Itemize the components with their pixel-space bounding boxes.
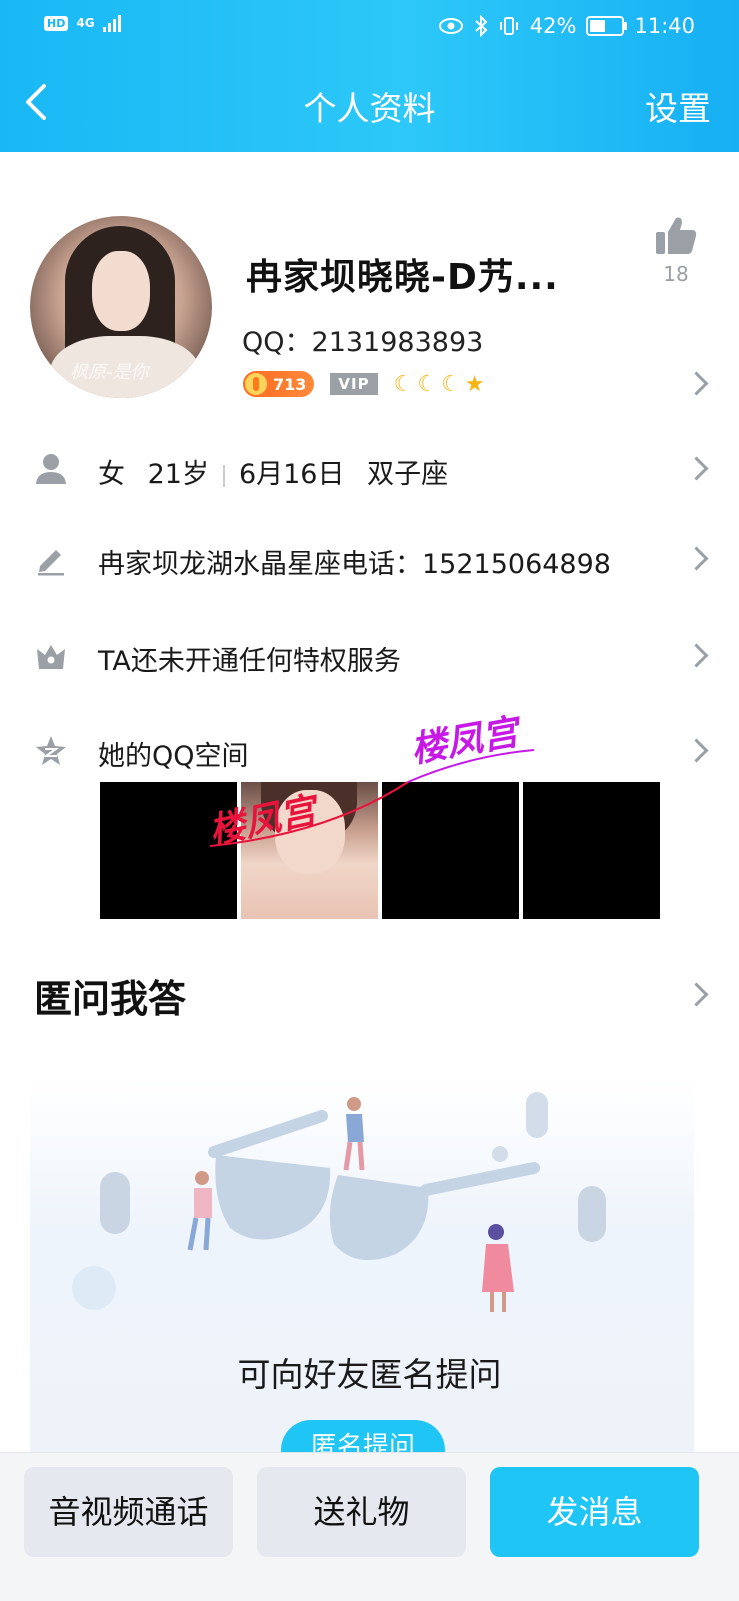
settings-button[interactable]: 设置 (645, 82, 711, 130)
person-icon (36, 454, 66, 484)
glasses-illustration (72, 1092, 606, 1312)
chevron-right-icon[interactable] (684, 982, 709, 1007)
privilege-text: TA还未开通任何特权服务 (98, 646, 401, 677)
signal-icon (102, 14, 121, 32)
bluetooth-icon (475, 15, 488, 37)
moon-icon: ☾ (417, 371, 438, 397)
level-badges[interactable]: 713 VIP ☾ ☾ ☾ ★ (243, 370, 485, 398)
page-title: 个人资料 (303, 89, 436, 128)
signature-text: 冉家坝龙湖水晶星座电话：15215064898 (98, 549, 611, 580)
like-count: 18 (663, 262, 689, 286)
divider (222, 464, 225, 487)
battery-percent: 42% (529, 14, 577, 38)
send-gift-button[interactable]: 送礼物 (257, 1467, 466, 1557)
qq-number-line: QQ：2131983893 (242, 320, 483, 359)
avatar-watermark: 枫原-是你 (70, 362, 149, 383)
watermark-underline (209, 749, 535, 847)
gender: 女 (98, 459, 125, 490)
avatar[interactable]: 枫原-是你 (30, 216, 212, 398)
chevron-right-icon (684, 738, 709, 763)
crown-icon (37, 645, 65, 669)
vip-badge: VIP (330, 373, 378, 395)
chevron-right-icon (684, 456, 709, 481)
bottom-action-bar: 音视频通话 送礼物 发消息 (0, 1452, 739, 1601)
birthday: 6月16日 (238, 459, 345, 490)
thumbs-up-icon (656, 217, 697, 254)
chevron-right-icon[interactable] (684, 371, 709, 396)
qzone-star-icon (36, 736, 66, 765)
profile-name: 冉家坝晓晓-D艿... (246, 257, 559, 298)
video-call-button[interactable]: 音视频通话 (24, 1467, 233, 1557)
status-bar: HD 4G 42% 11:40 (44, 10, 695, 42)
vibrate-icon (499, 17, 518, 35)
chevron-right-icon (684, 643, 709, 668)
like-button[interactable]: 18 (651, 216, 701, 286)
basic-info-row[interactable]: 女 21岁 6月16日 双子座 (0, 438, 739, 498)
qa-prompt: 可向好友匿名提问 (237, 1355, 502, 1394)
qq-label: QQ： (242, 327, 312, 358)
moon-icon: ☾ (393, 371, 414, 397)
eye-icon (438, 18, 463, 34)
nav-bar: 个人资料 设置 (0, 70, 739, 134)
moon-icon: ☾ (441, 371, 461, 397)
coin-level: 713 (273, 374, 307, 394)
clock: 11:40 (634, 14, 695, 38)
chevron-right-icon (684, 546, 709, 571)
photo-thumbnail[interactable] (523, 782, 660, 919)
network-label: 4G (76, 16, 95, 30)
signature-row[interactable]: 冉家坝龙湖水晶星座电话：15215064898 (0, 528, 739, 588)
header: HD 4G 42% 11:40 个人资料 设置 (0, 0, 739, 152)
qa-illustration (30, 1080, 694, 1460)
battery-icon (586, 16, 628, 36)
coin-badge: 713 (243, 371, 315, 397)
age: 21岁 (147, 459, 209, 490)
pencil-icon (38, 550, 64, 576)
star-icon: ★ (464, 371, 485, 397)
privilege-row[interactable]: TA还未开通任何特权服务 (0, 625, 739, 685)
hd-icon: HD (44, 15, 69, 31)
send-message-button[interactable]: 发消息 (490, 1467, 699, 1557)
qq-number: 2131983893 (311, 327, 484, 358)
level-icons: ☾ ☾ ☾ ★ (394, 372, 485, 397)
zodiac: 双子座 (367, 459, 449, 490)
qa-section-title: 匿问我答 (34, 977, 187, 1021)
coin-icon (245, 373, 267, 395)
